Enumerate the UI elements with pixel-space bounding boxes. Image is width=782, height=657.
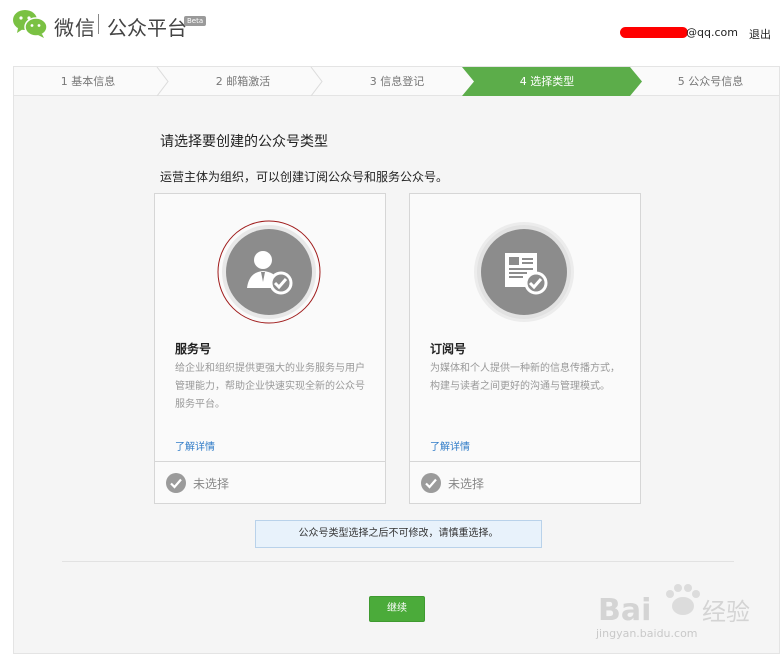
step-progress-bar: 1 基本信息 2 邮箱激活 3 信息登记 4 选择类型 5 公众号信息: [14, 67, 779, 96]
warning-notice: 公众号类型选择之后不可修改，请慎重选择。: [255, 520, 542, 548]
service-account-learn-more-link[interactable]: 了解详情: [175, 438, 215, 453]
subscription-account-card[interactable]: 订阅号 为媒体和个人提供一种新的信息传播方式，构建与读者之间更好的沟通与管理模式…: [409, 193, 641, 504]
service-account-icon: [217, 220, 321, 324]
service-account-card[interactable]: 服务号 给企业和组织提供更强大的业务服务与用户管理能力，帮助企业快速实现全新的公…: [154, 193, 386, 504]
step-1: 1 基本信息: [60, 75, 116, 88]
step-3: 3 信息登记: [369, 75, 425, 88]
svg-text:经验: 经验: [702, 598, 750, 626]
svg-text:Bai: Bai: [598, 593, 651, 628]
step-5: 5 公众号信息: [677, 75, 744, 88]
main-panel: 1 基本信息 2 邮箱激活 3 信息登记 4 选择类型 5 公众号信息 请选择要…: [13, 66, 780, 654]
user-email: @qq.com: [686, 26, 738, 39]
service-account-select-row[interactable]: 未选择: [155, 461, 385, 503]
subscription-account-icon: [474, 222, 574, 322]
subscription-account-name: 订阅号: [430, 342, 467, 356]
service-account-description: 给企业和组织提供更强大的业务服务与用户管理能力，帮助企业快速实现全新的公众号服务…: [175, 363, 365, 410]
subscription-account-status: 未选择: [448, 477, 485, 491]
page-description: 运营主体为组织，可以创建订阅公众号和服务公众号。: [160, 170, 449, 184]
subscription-account-description: 为媒体和个人提供一种新的信息传播方式，构建与读者之间更好的沟通与管理模式。: [430, 363, 620, 392]
logo-title: 微信: [54, 16, 96, 40]
wechat-logo-icon[interactable]: [12, 8, 48, 40]
logo-subtitle: 公众平台: [107, 16, 187, 40]
unchecked-circle-icon[interactable]: [165, 472, 187, 494]
step-4-active: 4 选择类型: [462, 67, 642, 96]
step-4-label: 4 选择类型: [519, 75, 575, 88]
step-2: 2 邮箱激活: [215, 75, 271, 88]
divider: [62, 561, 734, 562]
beta-badge: Beta: [184, 16, 207, 26]
service-account-status: 未选择: [193, 477, 230, 491]
continue-button[interactable]: 继续: [369, 596, 425, 622]
service-account-name: 服务号: [175, 342, 212, 356]
user-account-redacted: [620, 27, 688, 38]
page-title: 请选择要创建的公众号类型: [160, 134, 328, 150]
logo-divider: [98, 14, 99, 34]
top-header: 微信 公众平台 Beta @qq.com 退出: [0, 0, 782, 52]
unchecked-circle-icon[interactable]: [420, 472, 442, 494]
watermark-url: jingyan.baidu.com: [596, 627, 698, 640]
subscription-account-learn-more-link[interactable]: 了解详情: [430, 438, 470, 453]
subscription-account-select-row[interactable]: 未选择: [410, 461, 640, 503]
logout-link[interactable]: 退出: [749, 26, 771, 42]
